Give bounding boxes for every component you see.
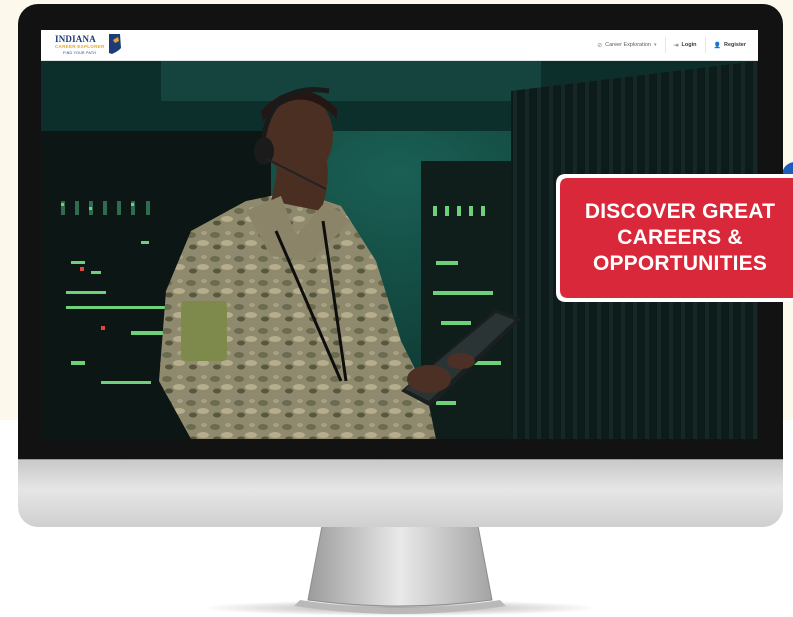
indiana-state-icon <box>109 34 121 54</box>
logo-tagline: FIND YOUR PATH <box>63 51 97 55</box>
career-exploration-label: Career Exploration <box>605 42 651 48</box>
nav-career-exploration[interactable]: ⊘ Career Exploration ▾ <box>589 30 664 60</box>
nav-register[interactable]: 👤 Register <box>706 30 755 60</box>
compass-icon: ⊘ <box>597 42 603 49</box>
chevron-down-icon: ▾ <box>653 42 657 48</box>
login-arrow-icon: ⇥ <box>673 42 679 49</box>
logo-subtitle: CAREER EXPLORER <box>55 44 105 49</box>
banner-line-1: DISCOVER GREAT <box>584 200 776 223</box>
site-logo[interactable]: INDIANA CAREER EXPLORER FIND YOUR PATH <box>55 33 127 57</box>
nav-links: ⊘ Career Exploration ▾ ⇥ Login 👤 Registe… <box>589 30 754 60</box>
user-plus-icon: 👤 <box>713 42 721 49</box>
promo-banner: DISCOVER GREAT CAREERS & OPPORTUNITIES <box>554 170 793 306</box>
register-label: Register <box>723 42 746 48</box>
top-navigation: INDIANA CAREER EXPLORER FIND YOUR PATH ⊘… <box>41 30 758 61</box>
banner-line-3: OPPORTUNITIES <box>592 252 768 275</box>
logo-title: INDIANA <box>55 34 96 44</box>
login-label: Login <box>681 42 697 48</box>
monitor-chin <box>18 459 783 527</box>
nav-login[interactable]: ⇥ Login <box>666 30 705 60</box>
banner-text: DISCOVER GREAT CAREERS & OPPORTUNITIES <box>554 170 793 306</box>
banner-line-2: CAREERS & <box>617 226 743 249</box>
